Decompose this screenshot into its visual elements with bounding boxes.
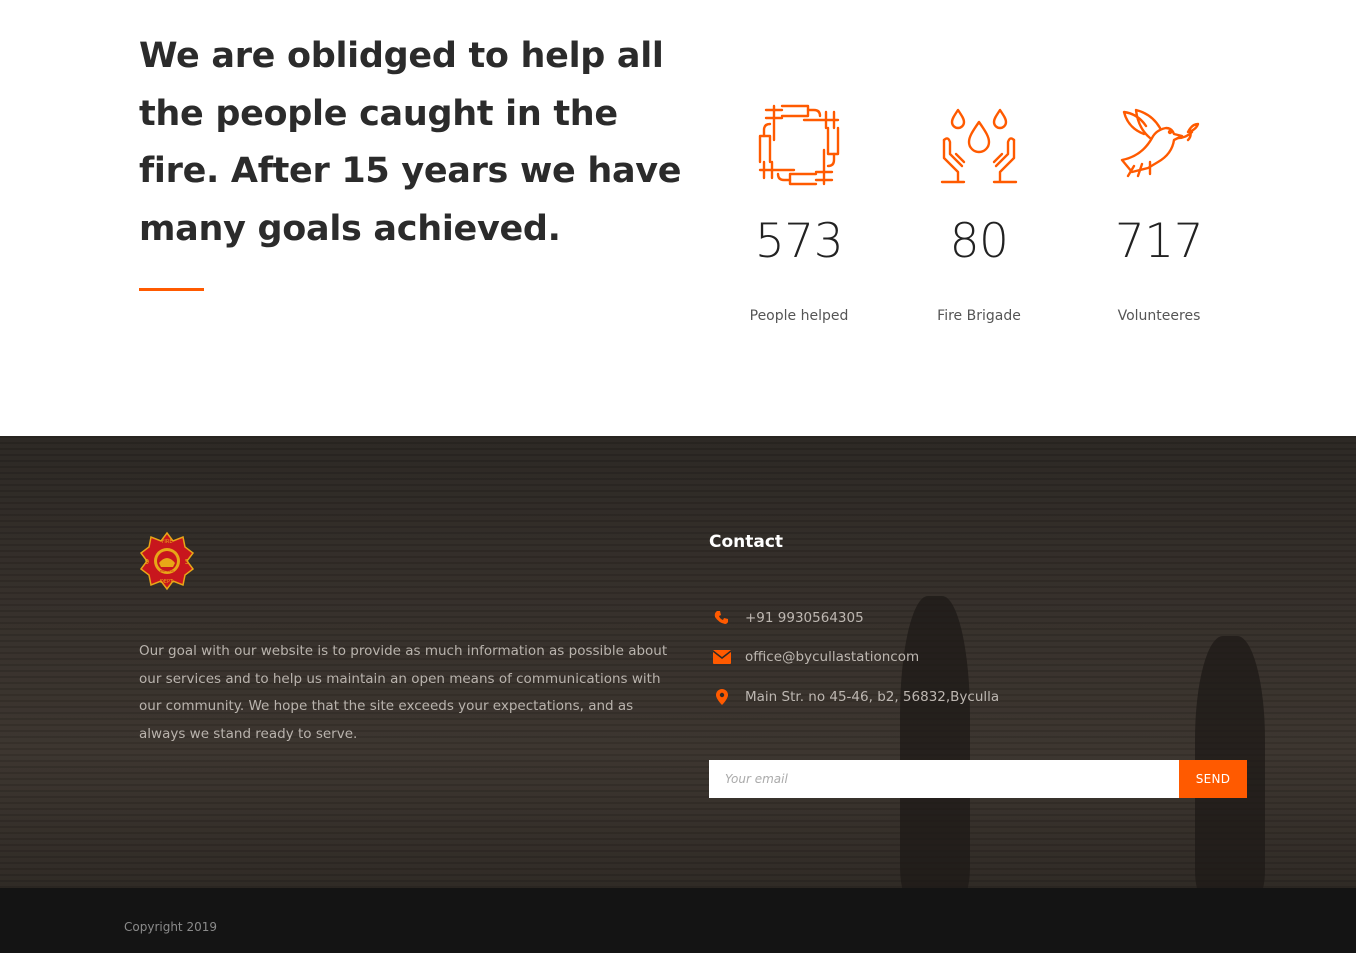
headline-line: We are oblidged to help all: [139, 36, 664, 76]
page: We are oblidged to help all the people c…: [0, 0, 1356, 953]
logo-text-right: 5: [185, 558, 189, 566]
logo-text-center: EST.2011: [160, 569, 174, 573]
envelope-icon: [709, 648, 735, 666]
logo-text-left: 9: [145, 558, 149, 566]
stat-number: 573: [754, 214, 844, 269]
dove-peace-icon: [1120, 108, 1200, 178]
contact-address: Main Str. no 45-46, b2, 56832,Byculla: [709, 685, 999, 709]
logo-text-top: FIRE: [162, 539, 173, 545]
contact-email[interactable]: office@bycullastationcom: [709, 645, 919, 669]
email-input[interactable]: [709, 760, 1179, 798]
footer-about-text: Our goal with our website is to provide …: [139, 643, 668, 742]
newsletter-form: SEND: [709, 760, 1247, 798]
headline-line: many goals achieved.: [139, 208, 561, 249]
logo-text-bottom: DEPT.: [160, 579, 174, 585]
accent-divider: [139, 288, 204, 291]
contact-title: Contact: [709, 532, 784, 552]
contact-address-text: Main Str. no 45-46, b2, 56832,Byculla: [745, 689, 1000, 705]
stat-number: 80: [949, 214, 1009, 269]
copyright-text: Copyright 2019: [124, 920, 217, 934]
background-figure: [900, 596, 970, 888]
stat-volunteers: 717 Volunteeres: [1069, 100, 1249, 324]
headline-line: the people caught in the: [139, 93, 618, 134]
copyright-bar: Copyright 2019: [0, 888, 1356, 953]
footer: FIRE 9 5 DEPT. EST.2011 Our goal with ou…: [0, 436, 1356, 888]
stat-label: People helped: [749, 308, 849, 324]
stat-number: 717: [1114, 214, 1204, 269]
stat-people-helped: 573 People helped: [709, 100, 889, 324]
send-button[interactable]: SEND: [1179, 760, 1247, 798]
teamwork-hands-icon: [758, 104, 840, 186]
phone-icon: [709, 609, 735, 627]
map-pin-icon: [709, 688, 735, 706]
stat-label: Fire Brigade: [937, 308, 1021, 324]
stat-label: Volunteeres: [1117, 308, 1201, 324]
stats-section: We are oblidged to help all the people c…: [0, 0, 1356, 436]
contact-phone[interactable]: +91 9930564305: [709, 606, 864, 630]
fire-dept-badge-icon: FIRE 9 5 DEPT. EST.2011: [139, 531, 195, 591]
contact-email-text: office@bycullastationcom: [745, 649, 920, 665]
contact-phone-text: +91 9930564305: [745, 610, 864, 626]
water-hands-icon: [940, 108, 1018, 184]
headline-line: fire. After 15 years we have: [139, 151, 682, 191]
headline: We are oblidged to help all the people c…: [139, 28, 682, 258]
stat-fire-brigade: 80 Fire Brigade: [889, 100, 1069, 324]
